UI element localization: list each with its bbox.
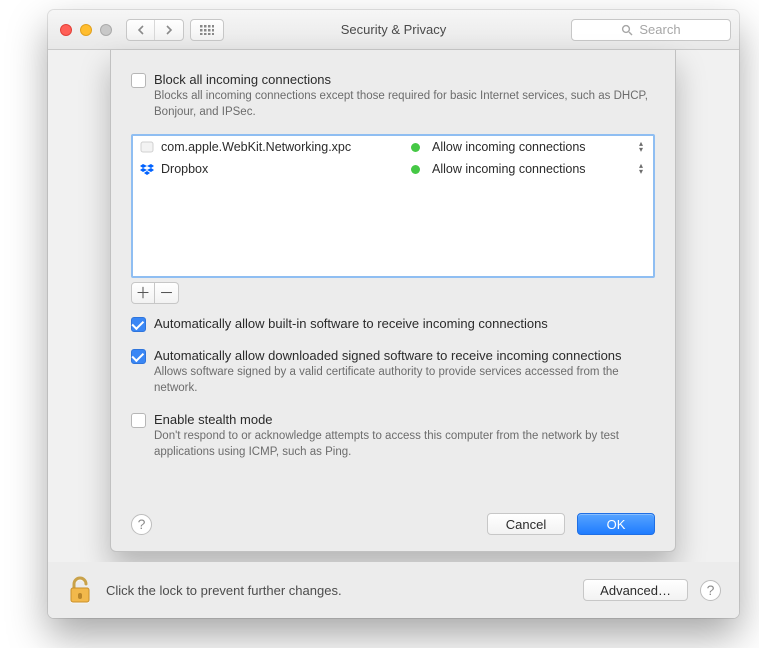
status-popup-button[interactable]: ▴▾ bbox=[635, 163, 647, 175]
generic-app-icon bbox=[139, 139, 155, 155]
auto-signed-checkbox[interactable] bbox=[131, 349, 146, 364]
app-status: Allow incoming connections bbox=[432, 162, 629, 176]
remove-app-button[interactable]: － bbox=[155, 282, 179, 304]
lock-message: Click the lock to prevent further change… bbox=[106, 583, 342, 598]
advanced-button[interactable]: Advanced… bbox=[583, 579, 688, 601]
app-status: Allow incoming connections bbox=[432, 140, 629, 154]
help-button[interactable]: ? bbox=[131, 514, 152, 535]
help-button[interactable]: ? bbox=[700, 580, 721, 601]
close-window-button[interactable] bbox=[60, 24, 72, 36]
block-all-label: Block all incoming connections bbox=[154, 72, 655, 87]
chevron-right-icon bbox=[165, 25, 173, 35]
forward-button[interactable] bbox=[155, 20, 183, 40]
stealth-label: Enable stealth mode bbox=[154, 412, 655, 427]
back-button[interactable] bbox=[127, 20, 155, 40]
list-item[interactable]: Dropbox Allow incoming connections ▴▾ bbox=[133, 158, 653, 180]
minimize-window-button[interactable] bbox=[80, 24, 92, 36]
search-icon bbox=[621, 24, 633, 36]
block-all-checkbox[interactable] bbox=[131, 73, 146, 88]
lock-button[interactable] bbox=[66, 573, 94, 607]
titlebar: Security & Privacy Search bbox=[48, 10, 739, 50]
block-all-desc: Blocks all incoming connections except t… bbox=[154, 89, 655, 120]
app-name: com.apple.WebKit.Networking.xpc bbox=[161, 140, 401, 154]
zoom-window-button[interactable] bbox=[100, 24, 112, 36]
nav-segment bbox=[126, 19, 184, 41]
chevron-left-icon bbox=[137, 25, 145, 35]
search-field[interactable]: Search bbox=[571, 19, 731, 41]
list-item[interactable]: com.apple.WebKit.Networking.xpc Allow in… bbox=[133, 136, 653, 158]
auto-builtin-checkbox[interactable] bbox=[131, 317, 146, 332]
add-app-button[interactable]: ＋ bbox=[131, 282, 155, 304]
lock-open-icon bbox=[67, 575, 93, 605]
status-dot-icon bbox=[411, 143, 420, 152]
app-list[interactable]: com.apple.WebKit.Networking.xpc Allow in… bbox=[131, 134, 655, 278]
bottom-bar: Click the lock to prevent further change… bbox=[48, 562, 739, 618]
stealth-desc: Don't respond to or acknowledge attempts… bbox=[154, 429, 655, 460]
app-name: Dropbox bbox=[161, 162, 401, 176]
status-popup-button[interactable]: ▴▾ bbox=[635, 141, 647, 153]
window-controls bbox=[60, 24, 112, 36]
search-placeholder: Search bbox=[639, 22, 680, 37]
add-remove-controls: ＋ － bbox=[131, 282, 655, 304]
auto-signed-desc: Allows software signed by a valid certif… bbox=[154, 365, 655, 396]
stealth-checkbox[interactable] bbox=[131, 413, 146, 428]
grid-icon bbox=[200, 25, 214, 35]
dropbox-icon bbox=[139, 161, 155, 177]
cancel-button[interactable]: Cancel bbox=[487, 513, 565, 535]
firewall-options-sheet: Block all incoming connections Blocks al… bbox=[110, 50, 676, 552]
show-all-button[interactable] bbox=[190, 19, 224, 41]
auto-builtin-label: Automatically allow built-in software to… bbox=[154, 316, 548, 331]
ok-button[interactable]: OK bbox=[577, 513, 655, 535]
status-dot-icon bbox=[411, 165, 420, 174]
auto-signed-label: Automatically allow downloaded signed so… bbox=[154, 348, 655, 363]
preferences-window: Security & Privacy Search Block all inco… bbox=[48, 10, 739, 618]
